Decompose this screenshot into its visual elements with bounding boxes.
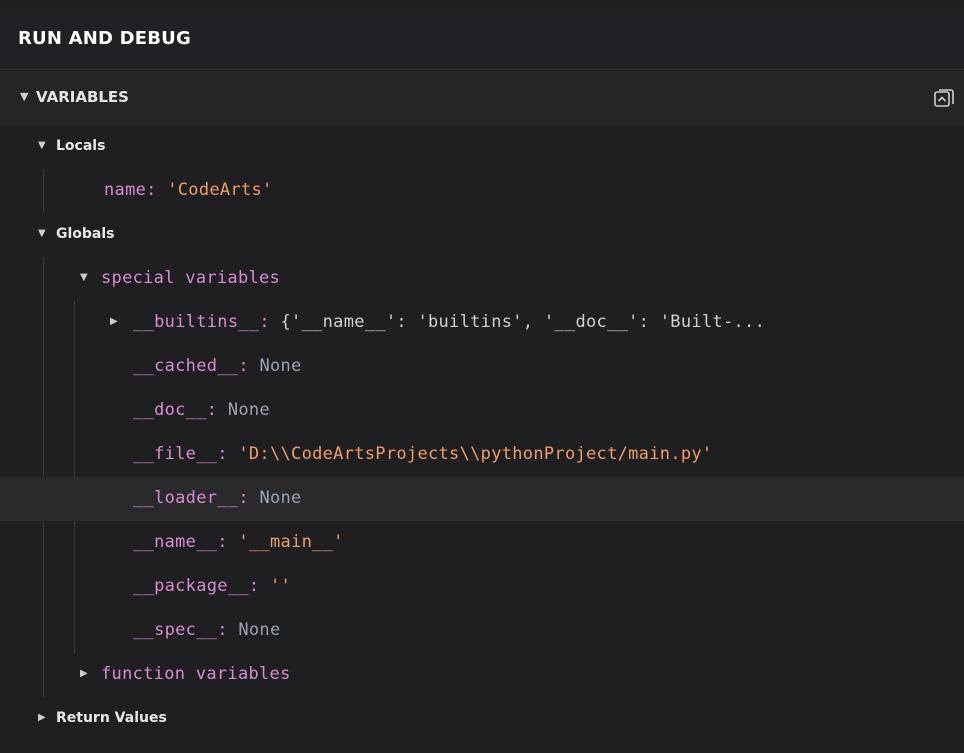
variable-row[interactable]: __cached__: None [0, 345, 964, 389]
tree-item-return-values[interactable]: ▶ Return Values [0, 697, 964, 741]
variable-separator: : [217, 444, 239, 464]
variable-value: {'__name__': 'builtins', '__doc__': 'Bui… [280, 312, 766, 332]
variables-tree: ▼ Locals name: 'CodeArts' ▼ Globals ▼ sp… [0, 125, 964, 753]
variable-separator: : [217, 532, 239, 552]
variable-row[interactable]: __doc__: None [0, 389, 964, 433]
collapse-all-icon[interactable] [932, 87, 956, 111]
variable-value: 'CodeArts' [167, 180, 273, 200]
variable-entry: name: 'CodeArts' [104, 180, 273, 200]
variable-row[interactable]: name: 'CodeArts' [0, 169, 964, 213]
variable-separator: : [206, 400, 228, 420]
variable-entry: __loader__: None [133, 488, 302, 508]
variable-name: __package__ [133, 576, 249, 596]
variable-name: __cached__ [133, 356, 239, 376]
variable-value: None [227, 400, 270, 420]
variable-name: __name__ [133, 532, 218, 552]
variable-entry: __file__: 'D:\\CodeArtsProjects\\pythonP… [133, 444, 712, 464]
chevron-down-icon: ▼ [38, 140, 46, 151]
variable-separator: : [248, 576, 270, 596]
variable-row[interactable]: __file__: 'D:\\CodeArtsProjects\\pythonP… [0, 433, 964, 477]
variable-row[interactable]: __loader__: None [0, 477, 964, 521]
chevron-right-icon: ▶ [38, 712, 46, 723]
variable-row[interactable]: __package__: '' [0, 565, 964, 609]
variable-entry: __spec__: None [133, 620, 281, 640]
variable-value: 'D:\\CodeArtsProjects\\pythonProject/mai… [238, 444, 713, 464]
tree-item-label: special variables [101, 268, 280, 288]
tree-item-label: Locals [56, 138, 106, 154]
variable-entry: __cached__: None [133, 356, 302, 376]
chevron-down-icon: ▼ [38, 228, 46, 239]
chevron-right-icon: ▶ [110, 316, 118, 327]
variable-separator: : [146, 180, 168, 200]
variable-value: None [238, 620, 281, 640]
variable-value: '' [269, 576, 292, 596]
tree-item-function-variables[interactable]: ▶ function variables [0, 653, 964, 697]
variable-entry: __package__: '' [133, 576, 291, 596]
variables-section-title: VARIABLES [36, 88, 129, 106]
variable-separator: : [238, 488, 260, 508]
variable-row[interactable]: __spec__: None [0, 609, 964, 653]
tree-item-special-variables[interactable]: ▼ special variables [0, 257, 964, 301]
variable-row[interactable]: ▶ __builtins__: {'__name__': 'builtins',… [0, 301, 964, 345]
variable-name: __loader__ [133, 488, 239, 508]
variable-name: __spec__ [133, 620, 218, 640]
variable-separator: : [238, 356, 260, 376]
special-variables-label: special variables [101, 268, 281, 288]
tree-item-label: function variables [101, 664, 291, 684]
variable-separator: : [217, 620, 239, 640]
chevron-right-icon: ▶ [80, 668, 88, 679]
variable-entry: __name__: '__main__' [133, 532, 344, 552]
tree-item-globals[interactable]: ▼ Globals [0, 213, 964, 257]
variables-section-header[interactable]: ▼ VARIABLES [0, 71, 964, 125]
variable-value: '__main__' [238, 532, 344, 552]
variable-separator: : [259, 312, 281, 332]
tree-item-locals[interactable]: ▼ Locals [0, 125, 964, 169]
variable-name: __builtins__ [133, 312, 260, 332]
variable-entry: __builtins__: {'__name__': 'builtins', '… [133, 312, 765, 332]
variable-name: name [104, 180, 147, 200]
variable-name: __file__ [133, 444, 218, 464]
tree-item-label: Return Values [56, 710, 167, 726]
function-variables-label: function variables [101, 664, 291, 684]
debug-panel: RUN AND DEBUG ▼ VARIABLES ▼ Locals name:… [0, 0, 964, 753]
panel-title: RUN AND DEBUG [18, 28, 191, 49]
chevron-down-icon: ▼ [80, 272, 88, 283]
chevron-down-icon: ▼ [20, 90, 29, 103]
variable-value: None [259, 356, 302, 376]
variable-entry: __doc__: None [133, 400, 270, 420]
tree-item-label: Globals [56, 226, 115, 242]
variable-name: __doc__ [133, 400, 207, 420]
panel-title-bar: RUN AND DEBUG [0, 8, 964, 70]
variable-row[interactable]: __name__: '__main__' [0, 521, 964, 565]
variable-value: None [259, 488, 302, 508]
